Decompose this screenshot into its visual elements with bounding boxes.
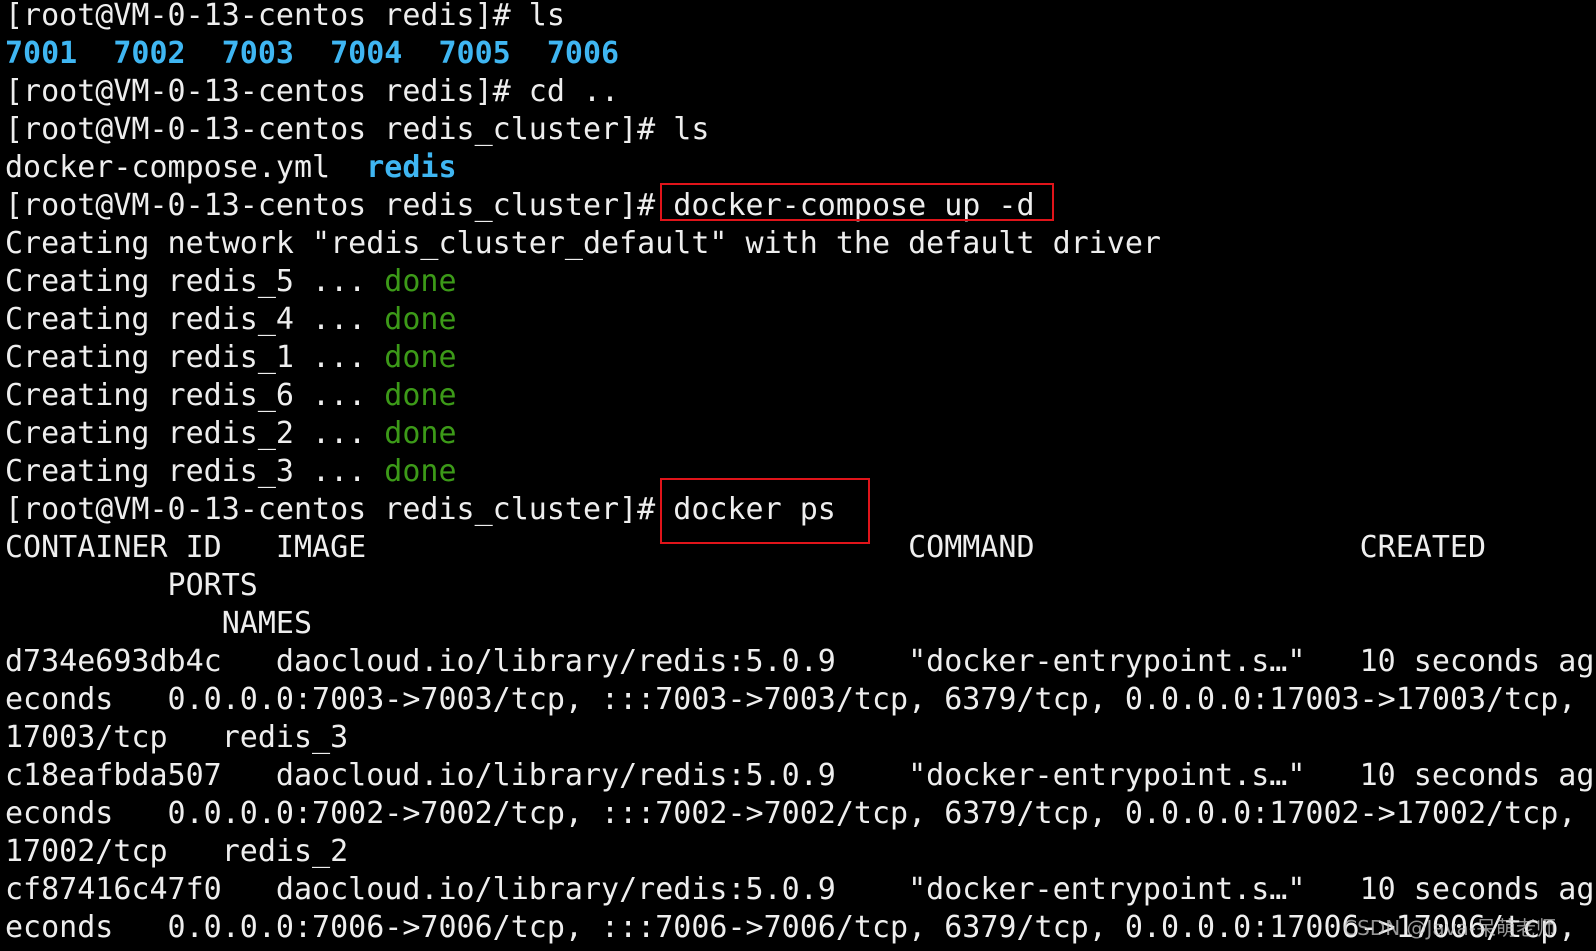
terminal-line: PORTS xyxy=(5,567,1596,605)
status-done: done xyxy=(384,378,457,413)
terminal-text: Creating redis_1 ... xyxy=(5,340,385,375)
terminal-text: [root@VM-0-13-centos redis]# ls xyxy=(5,0,565,33)
terminal-line: [root@VM-0-13-centos redis]# cd .. xyxy=(5,73,1596,111)
terminal-text: c18eafbda507 daocloud.io/library/redis:5… xyxy=(5,758,1596,793)
status-done: done xyxy=(384,302,457,337)
terminal-text: cf87416c47f0 daocloud.io/library/redis:5… xyxy=(5,872,1596,907)
terminal-line: NAMES xyxy=(5,605,1596,643)
terminal-text: d734e693db4c daocloud.io/library/redis:5… xyxy=(5,644,1596,679)
terminal-line: c18eafbda507 daocloud.io/library/redis:5… xyxy=(5,757,1596,795)
terminal-line: econds 0.0.0.0:7002->7002/tcp, :::7002->… xyxy=(5,795,1596,833)
terminal-line: [root@VM-0-13-centos redis]# ls xyxy=(5,0,1596,35)
terminal-line: Creating redis_4 ... done xyxy=(5,301,1596,339)
terminal-text: NAMES xyxy=(5,606,313,641)
terminal-output[interactable]: [root@VM-0-13-centos redis]# ls 7001 7002… xyxy=(5,0,1596,951)
status-done: done xyxy=(384,340,457,375)
terminal-text: Creating redis_3 ... xyxy=(5,454,385,489)
watermark: CSDN @Java-呆萌老师 xyxy=(1343,916,1556,940)
directory-entry: 7001 7002 7003 7004 7005 7006 xyxy=(5,36,620,71)
highlight-box-docker-ps xyxy=(660,478,870,544)
status-done: done xyxy=(384,454,457,489)
terminal-line: [root@VM-0-13-centos redis_cluster]# ls xyxy=(5,111,1596,149)
terminal-text: 17002/tcp redis_2 xyxy=(5,834,349,869)
terminal-text: PORTS xyxy=(5,568,258,603)
terminal-text: 17003/tcp redis_3 xyxy=(5,720,349,755)
highlight-box-docker-compose-up xyxy=(660,183,1054,221)
directory-entry: redis xyxy=(366,150,457,185)
terminal-line: 7001 7002 7003 7004 7005 7006 xyxy=(5,35,1596,73)
terminal-text: Creating redis_2 ... xyxy=(5,416,385,451)
terminal-text: Creating redis_6 ... xyxy=(5,378,385,413)
terminal-line: d734e693db4c daocloud.io/library/redis:5… xyxy=(5,643,1596,681)
terminal-line: 17003/tcp redis_3 xyxy=(5,719,1596,757)
terminal-line: Creating redis_5 ... done xyxy=(5,263,1596,301)
terminal-line: Creating redis_2 ... done xyxy=(5,415,1596,453)
terminal-text: [root@VM-0-13-centos redis]# cd .. xyxy=(5,74,620,109)
terminal-text: Creating redis_5 ... xyxy=(5,264,385,299)
terminal-line: 17002/tcp redis_2 xyxy=(5,833,1596,871)
status-done: done xyxy=(384,416,457,451)
terminal-text: Creating network "redis_cluster_default"… xyxy=(5,226,1161,261)
terminal-text: docker-compose.yml xyxy=(5,150,367,185)
terminal-line: Creating redis_6 ... done xyxy=(5,377,1596,415)
terminal-line: Creating network "redis_cluster_default"… xyxy=(5,225,1596,263)
terminal-line: cf87416c47f0 daocloud.io/library/redis:5… xyxy=(5,871,1596,909)
terminal-line: Creating redis_1 ... done xyxy=(5,339,1596,377)
terminal-text: econds 0.0.0.0:7002->7002/tcp, :::7002->… xyxy=(5,796,1596,831)
terminal-text: [root@VM-0-13-centos redis_cluster]# ls xyxy=(5,112,710,147)
terminal-text: econds 0.0.0.0:7003->7003/tcp, :::7003->… xyxy=(5,682,1596,717)
terminal-line: docker-compose.yml redis xyxy=(5,149,1596,187)
terminal-text: Creating redis_4 ... xyxy=(5,302,385,337)
terminal-line: econds 0.0.0.0:7003->7003/tcp, :::7003->… xyxy=(5,681,1596,719)
status-done: done xyxy=(384,264,457,299)
